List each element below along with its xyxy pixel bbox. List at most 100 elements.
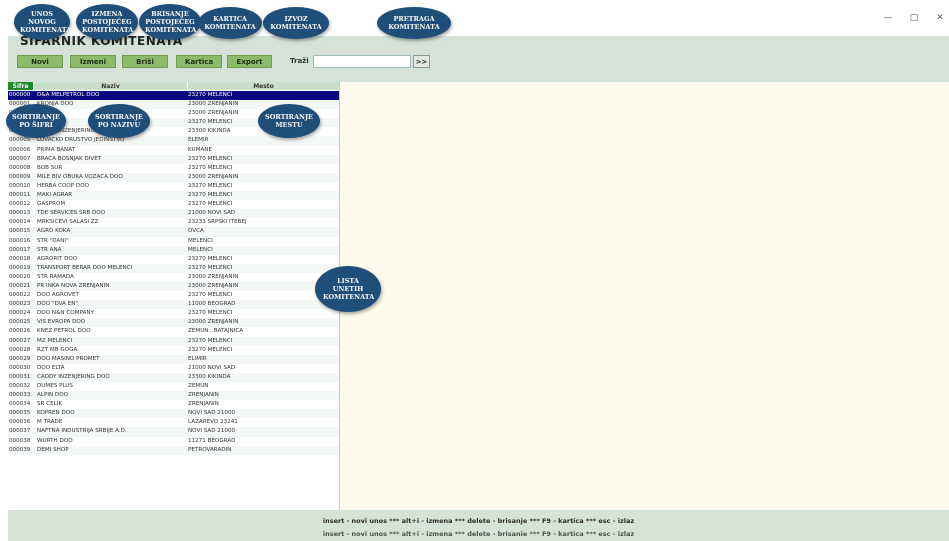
cell-sifra: 000014 <box>9 219 31 226</box>
cell-sifra: 000033 <box>9 392 31 399</box>
table-row[interactable]: 000017 STR ANA MELENCI <box>8 245 339 255</box>
cell-mesto: 23270 MELENCI <box>188 192 233 199</box>
callout-sort-naziv: SORTIRANJE PO NAZIVU <box>88 104 150 138</box>
cell-sifra: 000031 <box>9 373 31 380</box>
callout-edit-text: IZMENA POSTOJEĆEG KOMITENATA <box>82 10 134 34</box>
table-row[interactable]: 000006 PRIMA BANAT KUMANE <box>8 146 339 155</box>
callout-export: IZVOZ KOMITENATA <box>263 7 329 39</box>
table-row[interactable]: 000038 WURTH DOO 11271 BEOGRAD <box>8 437 339 446</box>
cell-naziv: CADDY INZENJERING DOO <box>37 373 110 380</box>
cell-mesto: 23270 MELENCI <box>188 164 233 171</box>
table-row[interactable]: 000022 DOO AGROVET 23270 MELENCI <box>8 291 339 300</box>
table-row[interactable]: 000019 TRANSPORT BERAR DOO MELENCI 23270 M… <box>8 263 339 273</box>
cell-sifra: 000035 <box>9 410 31 417</box>
cell-sifra: 000018 <box>9 255 31 262</box>
maximize-button[interactable]: □ <box>907 13 921 23</box>
table-row[interactable]: 000025 VIS EVROPA DOO 23000 ZRENJANIN <box>8 318 339 328</box>
cell-naziv: STR "DANI" <box>37 237 69 244</box>
minimize-button[interactable]: — <box>881 13 895 23</box>
table-row[interactable]: 000030 DOO ELTA 21000 NOVI SAD <box>8 364 339 373</box>
grid-rows: 000000 D&A MELPETROL DOO 23270 MELENCI 0000… <box>8 91 339 455</box>
cell-naziv: BRACA BOSNJAK DIVET <box>37 155 102 162</box>
table-row[interactable]: 000012 GASPROM 23270 MELENCI <box>8 200 339 209</box>
cell-mesto: 23270 MELENCI <box>188 92 233 98</box>
table-row[interactable]: 000031 CADDY INZENJERING DOO 23300 KIKINDA <box>8 372 339 382</box>
cell-naziv: M TRADE <box>37 419 63 426</box>
callout-sort-sifra: SORTIRANJE PO ŠIFRI <box>6 104 66 138</box>
cell-mesto: 23270 MELENCI <box>188 337 233 344</box>
cell-mesto: ZRENJANIN <box>188 401 219 408</box>
table-row[interactable]: 000018 AGRORIT DOO 23270 MELENCI <box>8 255 339 264</box>
card-button[interactable]: Kartica <box>176 55 222 68</box>
table-row[interactable]: 000007 BRACA BOSNJAK DIVET 23270 MELENCI <box>8 154 339 164</box>
table-row[interactable]: 000021 PR INKA NOVA ZRENJANIN 23000 ZRENJA… <box>8 281 339 292</box>
cell-sifra: 000039 <box>9 446 31 453</box>
edit-button[interactable]: Izmeni <box>70 55 116 68</box>
cell-sifra: 000006 <box>9 146 31 153</box>
cell-naziv: KNEZ PETROL DOO <box>37 328 91 335</box>
search-input[interactable] <box>313 55 411 68</box>
cell-sifra: 000036 <box>9 419 31 426</box>
callout-card-text: KARTICA KOMITENATA <box>204 15 256 31</box>
table-row[interactable]: 000039 DEMI SHOP PETROVARADIN <box>8 445 339 455</box>
cell-naziv: STR RAMADA <box>37 273 74 280</box>
cell-naziv: D&A MELPETROL DOO <box>37 92 100 98</box>
cell-naziv: DOO "DVA EN" <box>37 301 79 308</box>
cell-sifra: 000022 <box>9 292 31 299</box>
cell-sifra: 000019 <box>9 264 31 271</box>
table-row[interactable]: 000029 DOO MASINO PROMET ELIMIR <box>8 354 339 364</box>
cell-sifra: 000017 <box>9 246 31 253</box>
cell-mesto: ZRENJANIN <box>188 392 219 399</box>
callout-sort-mesto-text: SORTIRANJE MESTU <box>265 113 313 129</box>
table-row[interactable]: 000009 MILE BIV OBUKA VOZACA DOO 23000 ZRE… <box>8 172 339 182</box>
table-row[interactable]: 000013 TDE SERVICES SRB DOO 21000 NOVI SAD <box>8 209 339 219</box>
table-row[interactable]: 000023 DOO "DVA EN" 11000 BEOGRAD <box>8 300 339 310</box>
search-go-button[interactable]: >> <box>413 55 430 68</box>
cell-naziv: DOO MASINO PROMET <box>37 355 100 362</box>
cell-naziv: AGRO KOKA <box>37 228 71 235</box>
callout-search-text: PRETRAGA KOMITENATA <box>388 15 440 31</box>
grid-header: Šifra Naziv Mesto <box>8 82 339 90</box>
table-row[interactable]: 000027 MZ MELENCI 23270 MELENCI <box>8 336 339 346</box>
close-button[interactable]: ✕ <box>933 13 947 23</box>
delete-button[interactable]: Briši <box>122 55 168 68</box>
cell-sifra: 000026 <box>9 328 31 335</box>
table-row[interactable]: 000014 MRKSICEVI SALASI ZZ 23233 SRPSKI IT… <box>8 218 339 227</box>
callout-sort-naziv-text: SORTIRANJE PO NAZIVU <box>95 113 143 129</box>
column-header-sifra[interactable]: Šifra <box>8 82 33 90</box>
table-row[interactable]: 000024 DOO N&N COMPANY 23270 MELENCI <box>8 309 339 318</box>
table-row[interactable]: 000036 M TRADE LAZAREVO 23241 <box>8 418 339 427</box>
cell-sifra: 000012 <box>9 201 31 208</box>
table-row[interactable]: 000037 NAFTNA INDUSTRIJA SRBIJE A.D. NOVI … <box>8 427 339 437</box>
table-row[interactable]: 000026 KNEZ PETROL DOO ZEMUN , BATAJNICA <box>8 327 339 336</box>
cell-naziv: LOVACKO DRUSTVO JEDINSTVO <box>37 137 125 144</box>
table-row[interactable]: 000015 AGRO KOKA OVCA <box>8 227 339 237</box>
callout-delete-text: BRISANJE POSTOJEĆEG KOMITENATA <box>145 10 197 34</box>
table-row[interactable]: 000032 DUMES PLUS ZEMUN <box>8 382 339 391</box>
table-row[interactable]: 000010 HERBA COOP DOO 23270 MELENCI <box>8 182 339 191</box>
cell-sifra: 000000 <box>9 92 31 98</box>
table-row[interactable]: 000008 BOB SUR 23270 MELENCI <box>8 164 339 173</box>
table-row[interactable]: 000028 RZT MB GOGA 23270 MELENCI <box>8 346 339 355</box>
callout-sort-mesto: SORTIRANJE MESTU <box>258 104 320 138</box>
table-row[interactable]: 000033 ALPIN DOO ZRENJANIN <box>8 391 339 401</box>
table-row[interactable]: 000020 STR RAMADA 23000 ZRENJANIN <box>8 273 339 282</box>
column-header-mesto[interactable]: Mesto <box>187 82 339 90</box>
cell-naziv: STR ANA <box>37 246 62 253</box>
footer-band: insert - novi unos *** alt+i - izmena **… <box>8 510 949 541</box>
cell-mesto: 23270 MELENCI <box>188 346 233 353</box>
cell-naziv: MILE BIV OBUKA VOZACA DOO <box>37 173 123 180</box>
cell-mesto: ZEMUN , BATAJNICA <box>188 328 244 335</box>
table-row[interactable]: 000016 STR "DANI" MELENCI <box>8 237 339 246</box>
column-header-naziv[interactable]: Naziv <box>33 82 187 90</box>
table-row[interactable]: 000011 MAKI AGRAR 23270 MELENCI <box>8 191 339 201</box>
table-row[interactable]: 000035 KOPREN DOO NOVI SAD 21000 <box>8 409 339 419</box>
cell-sifra: 000029 <box>9 355 31 362</box>
cell-mesto: 21000 NOVI SAD <box>188 210 236 217</box>
table-row[interactable]: 000034 SR CELIK ZRENJANIN <box>8 400 339 409</box>
cell-naziv: DUMES PLUS <box>37 383 73 389</box>
new-button[interactable]: Novi <box>17 55 63 68</box>
cell-sifra: 000015 <box>9 228 31 235</box>
table-row[interactable]: 000000 D&A MELPETROL DOO 23270 MELENCI <box>8 91 339 101</box>
export-button[interactable]: Export <box>227 55 272 68</box>
